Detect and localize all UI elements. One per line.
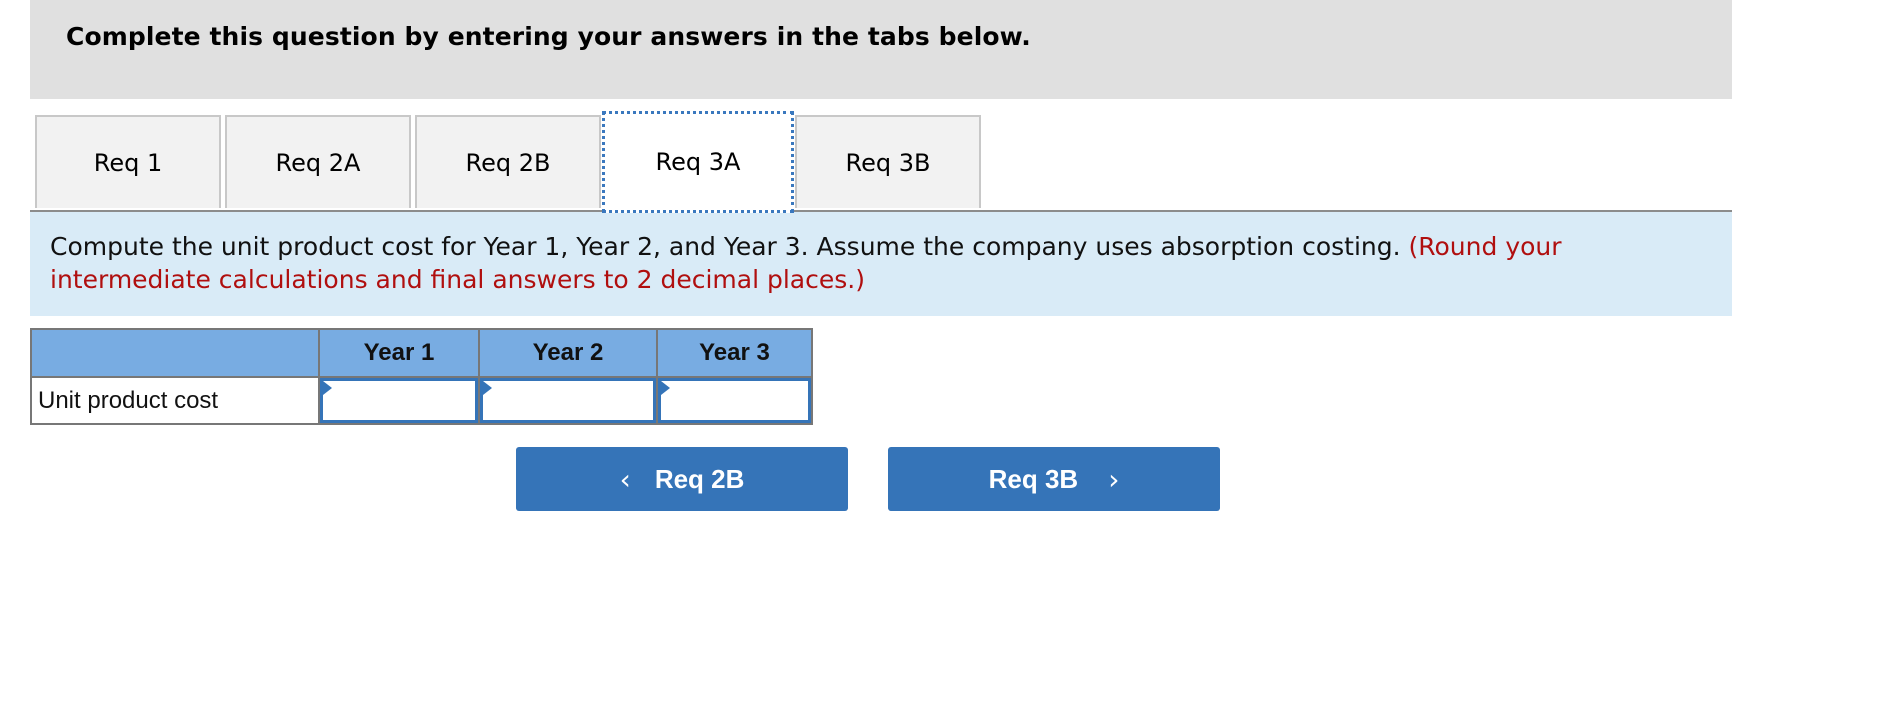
tab-req-1[interactable]: Req 1 xyxy=(35,115,221,208)
instructions-panel: Compute the unit product cost for Year 1… xyxy=(30,212,1732,316)
column-header-blank xyxy=(30,328,320,378)
instructions-main: Compute the unit product cost for Year 1… xyxy=(50,232,1401,261)
question-header: Complete this question by entering your … xyxy=(30,0,1732,99)
answer-table: Year 1 Year 2 Year 3 Unit product cost xyxy=(30,328,813,425)
next-button-label: Req 3B xyxy=(988,463,1079,494)
year-2-input-wrapper xyxy=(480,378,656,423)
instructions-text: Compute the unit product cost for Year 1… xyxy=(50,230,1710,296)
tab-req-2b[interactable]: Req 2B xyxy=(415,115,601,208)
unit-product-cost-year-1-input[interactable] xyxy=(323,381,475,420)
requirement-tabs: Req 1 Req 2A Req 2B Req 3A Req 3B xyxy=(30,111,1732,213)
input-flag-icon xyxy=(323,381,332,395)
table-header-row: Year 1 Year 2 Year 3 xyxy=(30,328,813,378)
year-1-input-wrapper xyxy=(320,378,478,423)
year-1-cell xyxy=(318,376,480,425)
question-page: Complete this question by entering your … xyxy=(0,0,1890,718)
chevron-right-icon: › xyxy=(1108,462,1120,496)
previous-req-2b-button[interactable]: ‹ Req 2B xyxy=(516,447,848,511)
chevron-left-icon: ‹ xyxy=(619,462,631,496)
column-header-year-2: Year 2 xyxy=(478,328,658,378)
unit-product-cost-year-3-input[interactable] xyxy=(661,381,808,420)
question-title: Complete this question by entering your … xyxy=(66,22,1031,51)
table-row: Unit product cost xyxy=(30,376,813,425)
input-flag-icon xyxy=(661,381,670,395)
column-header-year-3: Year 3 xyxy=(656,328,813,378)
row-label-unit-product-cost: Unit product cost xyxy=(30,376,320,425)
column-header-year-1: Year 1 xyxy=(318,328,480,378)
year-3-cell xyxy=(656,376,813,425)
unit-product-cost-year-2-input[interactable] xyxy=(483,381,653,420)
input-flag-icon xyxy=(483,381,492,395)
year-2-cell xyxy=(478,376,658,425)
year-3-input-wrapper xyxy=(658,378,811,423)
next-req-3b-button[interactable]: Req 3B › xyxy=(888,447,1220,511)
tab-req-2a[interactable]: Req 2A xyxy=(225,115,411,208)
tab-req-3a[interactable]: Req 3A xyxy=(602,111,794,213)
tab-req-3b[interactable]: Req 3B xyxy=(795,115,981,208)
previous-button-label: Req 2B xyxy=(654,463,745,494)
